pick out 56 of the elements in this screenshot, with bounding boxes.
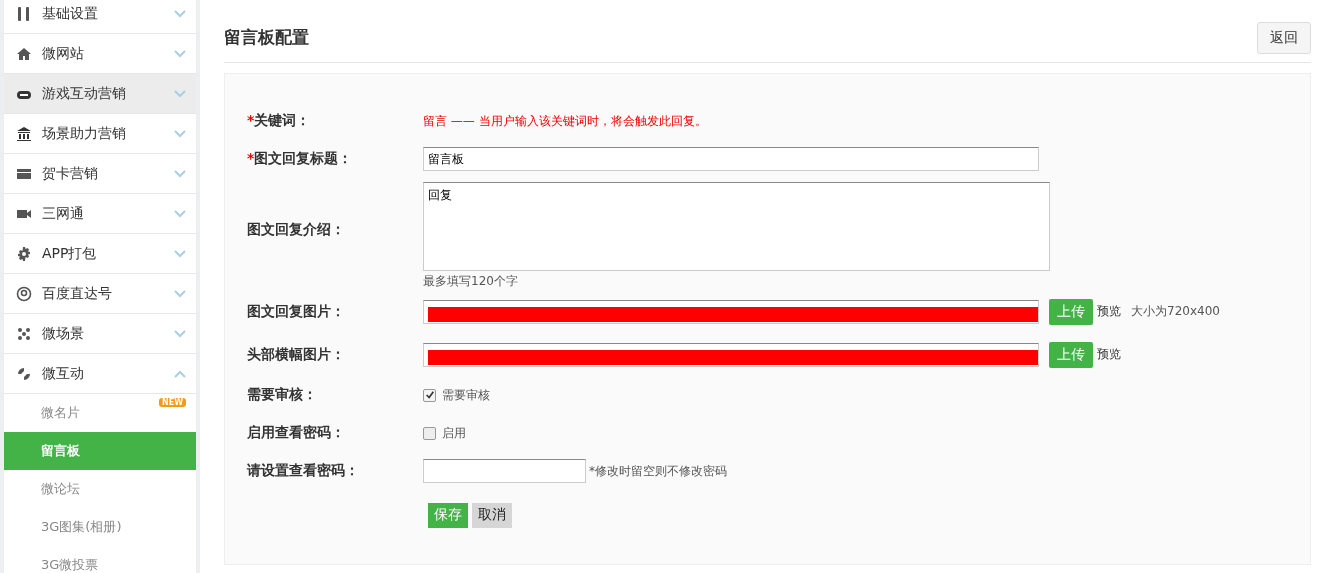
nav-label: 微网站 <box>42 44 85 63</box>
preview-link[interactable]: 预览 <box>1097 346 1121 363</box>
nav-label: 微互动 <box>42 364 85 383</box>
field-label: *关键词： <box>247 112 312 130</box>
nav-label: 百度直达号 <box>42 284 113 303</box>
home-icon <box>16 45 32 62</box>
field-label: 图文回复图片： <box>247 302 346 321</box>
chevron-down-icon <box>174 249 186 258</box>
chevron-down-icon <box>174 329 186 338</box>
size-hint: 大小为720x400 <box>1131 303 1220 320</box>
preview-link[interactable]: 预览 <box>1097 303 1121 320</box>
chevron-down-icon <box>174 89 186 98</box>
checkbox-label: 需要审核 <box>442 386 490 404</box>
sub-nav-item[interactable]: 3G图集(相册) <box>4 508 196 546</box>
back-button[interactable]: 返回 <box>1257 21 1311 54</box>
checkbox-label: 启用 <box>442 424 466 442</box>
field-label: *图文回复标题： <box>247 150 354 168</box>
nav-item[interactable]: 游戏互动营销 <box>4 74 196 114</box>
new-badge: NEW <box>159 398 186 407</box>
image-url-field[interactable] <box>423 299 1039 324</box>
nav-label: 场景助力营销 <box>42 124 127 143</box>
title-field[interactable]: 留言板 <box>423 147 1039 171</box>
chevron-down-icon <box>174 169 186 178</box>
field-label: 请设置查看密码： <box>247 462 360 480</box>
chevron-down-icon <box>174 289 186 298</box>
field-label: 头部横幅图片： <box>247 345 346 364</box>
nav-label: 贺卡营销 <box>42 164 99 183</box>
field-label: 启用查看密码： <box>247 424 346 442</box>
checkbox[interactable] <box>423 426 436 440</box>
nav-label: APP打包 <box>42 244 98 263</box>
nav-label: 微场景 <box>42 324 85 343</box>
chevron-down-icon <box>174 49 186 58</box>
chevron-down-icon <box>174 9 186 18</box>
chevron-down-icon <box>174 129 186 138</box>
nav-label: 三网通 <box>42 204 85 223</box>
char-limit-hint: 最多填写120个字 <box>423 273 519 290</box>
cancel-button[interactable]: 取消 <box>472 502 512 528</box>
chevron-up-icon <box>174 369 186 378</box>
nav-label: 游戏互动营销 <box>42 84 127 103</box>
gear-icon <box>16 245 32 262</box>
checkbox[interactable] <box>423 388 436 402</box>
chevron-down-icon <box>174 209 186 218</box>
dots-icon <box>16 325 32 342</box>
image-url-field[interactable] <box>423 342 1039 367</box>
field-label: 图文回复介绍： <box>247 221 346 239</box>
password-hint: *修改时留空则不修改密码 <box>589 462 727 480</box>
bank-icon <box>16 125 32 142</box>
keyword-note: 留言 —— 当用户输入该关键词时，将会触发此回复。 <box>423 112 707 130</box>
sub-nav-item[interactable]: 3G微投票 <box>4 546 196 573</box>
nav-label: 基础设置 <box>42 4 99 23</box>
sub-nav-item[interactable]: 微名片 NEW <box>4 394 196 432</box>
page-title: 留言板配置 <box>224 26 309 49</box>
sub-nav-item[interactable]: 微论坛 <box>4 470 196 508</box>
field-label: 需要审核： <box>247 386 318 404</box>
intro-field[interactable]: 回复 <box>423 182 1050 271</box>
password-field[interactable] <box>423 459 586 483</box>
